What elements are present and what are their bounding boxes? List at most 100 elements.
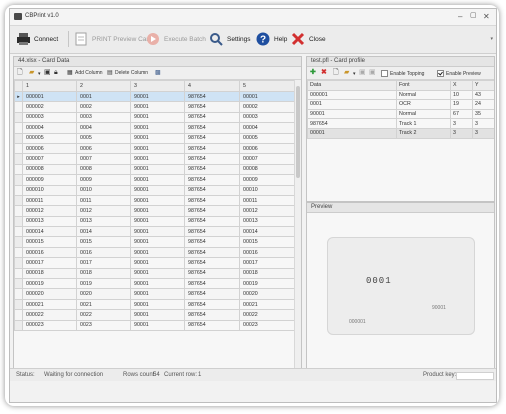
table-cell[interactable]: 90001 — [130, 153, 185, 165]
table-cell[interactable]: 987654 — [184, 246, 240, 259]
table-cell[interactable]: 90001 — [130, 90, 185, 103]
table-cell[interactable]: 987654 — [184, 226, 240, 238]
table-cell[interactable]: 987654 — [184, 205, 240, 217]
table-cell[interactable]: 987654 — [184, 319, 240, 332]
profile-cell[interactable]: 10 — [450, 89, 473, 101]
close-button[interactable]: Close — [290, 31, 326, 47]
table-cell[interactable]: 00003 — [239, 111, 294, 124]
table-cell[interactable]: 000023 — [22, 319, 77, 332]
table-cell[interactable]: 987654 — [184, 184, 240, 196]
table-cell[interactable]: 90001 — [130, 101, 185, 113]
profile-row[interactable]: 00001 Track 233 — [307, 127, 494, 139]
row-header[interactable] — [14, 298, 23, 311]
profile-cell[interactable]: Normal — [396, 108, 451, 120]
table-cell[interactable]: 90001 — [130, 205, 185, 217]
table-cell[interactable]: 00002 — [239, 101, 294, 113]
table-cell[interactable]: 000018 — [22, 267, 77, 280]
profile-cell[interactable]: 67 — [450, 108, 473, 120]
table-cell[interactable]: 0015 — [76, 236, 131, 248]
save-profile-icon[interactable]: ▣ — [359, 69, 366, 77]
table-cell[interactable]: 90001 — [130, 236, 185, 248]
table-cell[interactable]: 0018 — [76, 267, 131, 280]
table-cell[interactable]: 00023 — [239, 319, 294, 332]
row-header[interactable] — [14, 257, 23, 269]
table-cell[interactable]: 000003 — [22, 111, 77, 124]
row-header[interactable] — [14, 236, 23, 248]
profile-cell[interactable]: Normal — [396, 89, 451, 101]
table-row[interactable]: 000017 0017 90001 987654 00017 — [14, 257, 294, 269]
card-data-scrollbar[interactable] — [294, 80, 301, 368]
table-cell[interactable]: 90001 — [130, 246, 185, 259]
row-header[interactable] — [14, 111, 23, 124]
table-row[interactable]: 000005 0005 90001 987654 00005 — [14, 132, 294, 144]
table-cell[interactable]: 987654 — [184, 288, 240, 300]
table-cell[interactable]: 90001 — [130, 142, 185, 155]
table-cell[interactable]: 000022 — [22, 309, 77, 321]
profile-row[interactable]: 000001 Normal 10 43 — [307, 89, 494, 101]
table-cell[interactable]: 0021 — [76, 298, 131, 311]
new-profile-icon[interactable]: 🗋 — [333, 69, 339, 77]
profile-cell[interactable]: Track 2 — [396, 127, 451, 139]
open-folder-icon[interactable]: ▰ — [29, 69, 34, 77]
profile-row[interactable]: 987654 Track 133 — [307, 118, 494, 129]
row-header[interactable] — [14, 184, 23, 196]
table-cell[interactable]: 0001 — [76, 90, 131, 103]
save-icon[interactable]: ▣ — [44, 69, 51, 77]
table-cell[interactable]: 0011 — [76, 194, 131, 207]
table-cell[interactable]: 00019 — [239, 278, 294, 290]
execute-batch-button[interactable]: Execute Batch — [145, 31, 206, 47]
table-row[interactable]: 000008 0008 90001 987654 00008 — [14, 163, 294, 176]
table-row[interactable]: 000018 0018 90001 987654 00018 — [14, 267, 294, 280]
table-cell[interactable]: 000021 — [22, 298, 77, 311]
toolbar-overflow-icon[interactable]: ▾ — [490, 36, 493, 42]
table-row[interactable]: 000020 0020 90001 987654 00020 — [14, 288, 294, 300]
table-cell[interactable]: 987654 — [184, 215, 240, 228]
row-header[interactable] — [14, 226, 23, 238]
profile-cell[interactable]: 3 — [450, 127, 473, 139]
table-cell[interactable]: 987654 — [184, 163, 240, 176]
table-row[interactable]: 000003 0003 90001 987654 00003 — [14, 111, 294, 124]
table-cell[interactable]: 90001 — [130, 319, 185, 332]
table-cell[interactable]: 0013 — [76, 215, 131, 228]
table-cell[interactable]: 90001 — [130, 122, 185, 134]
table-cell[interactable]: 90001 — [130, 226, 185, 238]
table-cell[interactable]: 0023 — [76, 319, 131, 332]
table-cell[interactable]: 90001 — [130, 111, 185, 124]
table-cell[interactable]: 000016 — [22, 246, 77, 259]
print-preview-button[interactable]: PRINT Preview Card — [73, 31, 152, 47]
table-cell[interactable]: 00004 — [239, 122, 294, 134]
table-row[interactable]: 000015 0015 90001 987654 00015 — [14, 236, 294, 248]
table-cell[interactable]: 987654 — [184, 267, 240, 280]
table-row[interactable]: 000004 0004 90001 987654 00004 — [14, 122, 294, 134]
table-cell[interactable]: 000015 — [22, 236, 77, 248]
table-cell[interactable]: 00022 — [239, 309, 294, 321]
table-cell[interactable]: 90001 — [130, 194, 185, 207]
row-header[interactable] — [14, 309, 23, 321]
table-cell[interactable]: 0005 — [76, 132, 131, 144]
open-profile-icon[interactable]: ▰ — [344, 69, 349, 77]
table-row[interactable]: 000019 0019 90001 987654 00019 — [14, 278, 294, 290]
table-cell[interactable]: 0008 — [76, 163, 131, 176]
profile-cell[interactable]: OCR — [396, 99, 451, 110]
table-cell[interactable]: 0017 — [76, 257, 131, 269]
table-row[interactable]: 000023 0023 90001 987654 00023 — [14, 319, 294, 332]
row-header[interactable] — [14, 267, 23, 280]
settings-button[interactable]: Settings — [208, 31, 251, 47]
table-cell[interactable]: 987654 — [184, 278, 240, 290]
table-cell[interactable]: 90001 — [130, 257, 185, 269]
profile-column-header[interactable]: Font — [396, 80, 451, 91]
table-cell[interactable]: 90001 — [130, 278, 185, 290]
table-cell[interactable]: 000001 — [22, 90, 77, 103]
table-cell[interactable]: 987654 — [184, 174, 240, 186]
profile-cell[interactable]: 19 — [450, 99, 473, 110]
table-cell[interactable]: 000008 — [22, 163, 77, 176]
table-row[interactable]: 000021 0021 90001 987654 00021 — [14, 298, 294, 311]
table-row[interactable]: 000011 0011 90001 987654 00011 — [14, 194, 294, 207]
row-header[interactable] — [14, 194, 23, 207]
lock-icon[interactable]: 🔒︎ — [54, 69, 58, 77]
table-cell[interactable]: 000020 — [22, 288, 77, 300]
add-row-icon[interactable]: ✚ — [310, 69, 316, 77]
enable-topping-checkbox[interactable] — [381, 70, 388, 77]
column-header[interactable]: 4 — [184, 80, 240, 92]
table-row[interactable]: 000006 0006 90001 987654 00006 — [14, 142, 294, 155]
